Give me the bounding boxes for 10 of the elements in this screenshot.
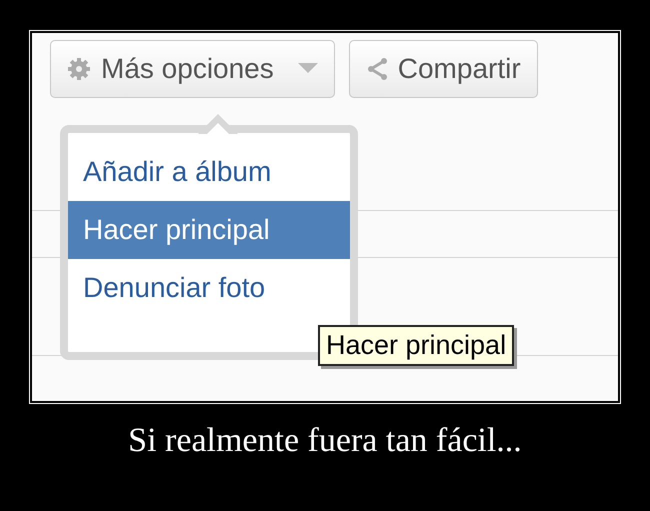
menu-item[interactable]: Hacer principal bbox=[68, 201, 350, 259]
share-icon bbox=[366, 57, 388, 81]
caption: Si realmente fuera tan fácil... bbox=[128, 422, 522, 460]
menu-item[interactable]: Denunciar foto bbox=[68, 259, 350, 317]
tooltip: Hacer principal bbox=[318, 325, 514, 366]
share-button[interactable]: Compartir bbox=[348, 40, 538, 98]
options-button[interactable]: Más opciones bbox=[50, 40, 335, 98]
gear-icon bbox=[67, 57, 91, 81]
menu-item[interactable]: Añadir a álbum bbox=[68, 143, 350, 201]
caret-icon bbox=[298, 63, 318, 75]
